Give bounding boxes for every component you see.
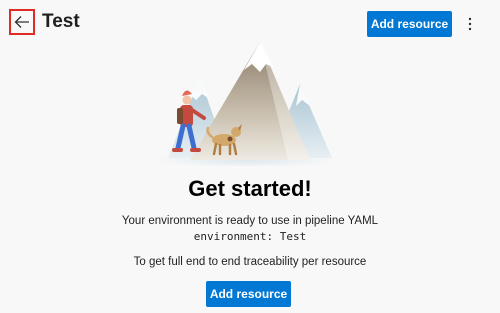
get-started-heading: Get started! — [188, 176, 312, 201]
environment-page: Test Add resource Get started! Your envi… — [0, 0, 500, 313]
back-button[interactable] — [9, 9, 35, 35]
environment-ready-text: Your environment is ready to use in pipe… — [121, 215, 379, 227]
arrow-left-icon — [14, 16, 29, 28]
page-title: Test — [42, 11, 80, 32]
mountain-hiker-illustration — [153, 42, 337, 166]
add-resource-main-button[interactable]: Add resource — [206, 281, 291, 307]
more-options-button[interactable] — [462, 12, 478, 36]
more-vertical-icon — [468, 17, 472, 31]
add-resource-button[interactable]: Add resource — [367, 11, 452, 37]
yaml-code-snippet: environment: Test — [193, 230, 307, 243]
traceability-text: To get full end to end traceability per … — [133, 256, 367, 268]
